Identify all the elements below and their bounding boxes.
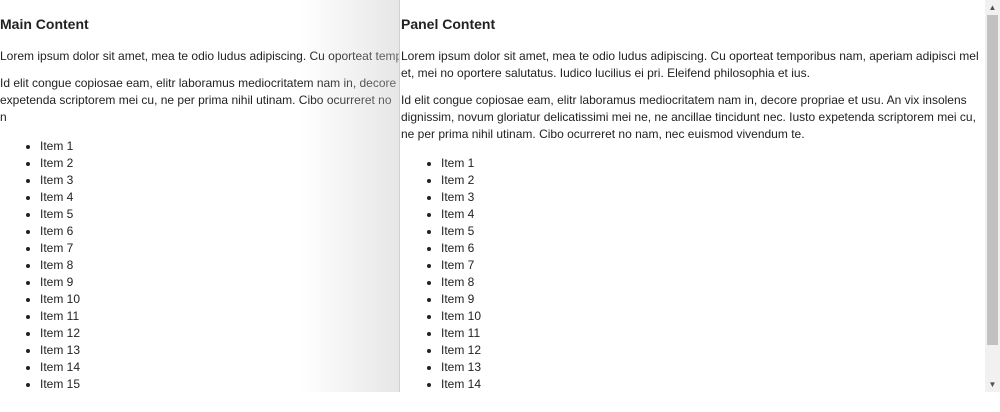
list-item: Item 5 <box>441 223 986 240</box>
list-item: Item 14 <box>441 376 986 392</box>
list-item: Item 4 <box>441 206 986 223</box>
scroll-down-arrow-icon[interactable]: ▼ <box>985 377 1000 392</box>
bottom-strip <box>0 392 1000 412</box>
list-item: Item 6 <box>441 240 986 257</box>
list-item: Item 10 <box>441 308 986 325</box>
scroll-up-arrow-icon[interactable]: ▲ <box>985 0 1000 15</box>
panel-item-list: Item 1Item 2Item 3Item 4Item 5Item 6Item… <box>401 155 986 392</box>
list-item: Item 9 <box>441 291 986 308</box>
panel-paragraph-2: Id elit congue copiosae eam, elitr labor… <box>401 93 976 141</box>
list-item: Item 8 <box>441 274 986 291</box>
list-item: Item 3 <box>441 189 986 206</box>
app-window: Main Content Lorem ipsum dolor sit amet,… <box>0 0 1000 412</box>
list-item: Item 12 <box>441 342 986 359</box>
panel-title: Panel Content <box>401 16 496 32</box>
scrollbar-thumb[interactable] <box>987 15 998 345</box>
panel-paragraph-1: Lorem ipsum dolor sit amet, mea te odio … <box>401 49 979 80</box>
panel-scrollbar[interactable]: ▲ ▼ <box>985 0 1000 392</box>
list-item: Item 2 <box>441 172 986 189</box>
list-item: Item 1 <box>441 155 986 172</box>
main-paragraph-2: Id elit congue copiosae eam, elitr labor… <box>0 76 397 124</box>
side-panel: Panel Content Lorem ipsum dolor sit amet… <box>399 0 986 392</box>
list-item: Item 13 <box>441 359 986 376</box>
list-item: Item 11 <box>441 325 986 342</box>
list-item: Item 7 <box>441 257 986 274</box>
